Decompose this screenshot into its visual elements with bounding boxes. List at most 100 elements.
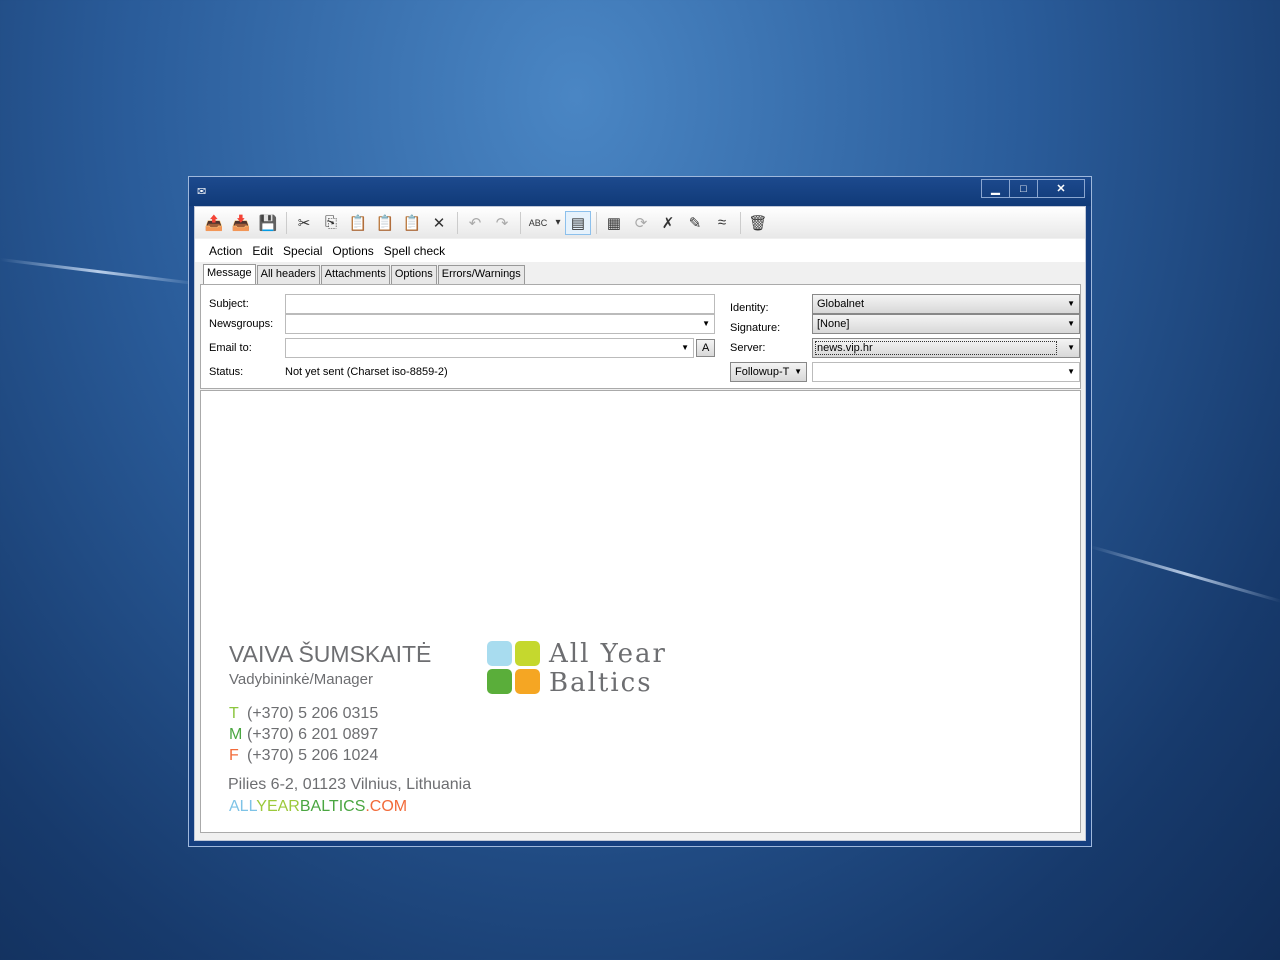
message-body[interactable]: VAIVA ŠUMSKAITĖ Vadybininkė/Manager T (+3… — [200, 390, 1081, 833]
toolbar-separator — [520, 211, 521, 234]
wrap-icon[interactable]: ▤ — [565, 210, 591, 235]
chevron-down-icon: ▼ — [1067, 299, 1075, 308]
send-icon[interactable]: 📤 — [201, 211, 227, 235]
website-part: YEAR — [256, 798, 300, 815]
address-book-button[interactable]: A — [696, 339, 715, 357]
website-part: .COM — [365, 798, 408, 815]
tab-message[interactable]: Message — [203, 264, 256, 284]
status-value: Not yet sent (Charset iso-8859-2) — [285, 366, 448, 378]
status-label: Status: — [209, 366, 244, 378]
followup-label: Followup-T — [735, 366, 790, 378]
menu-spell-check[interactable]: Spell check — [384, 244, 445, 258]
wallpaper-streak — [0, 258, 199, 286]
maximize-button[interactable]: □ — [1010, 180, 1038, 197]
close-button[interactable]: ✕ — [1038, 180, 1084, 197]
delete-icon[interactable]: ✕ — [426, 211, 452, 235]
reformat-icon[interactable]: ≈ — [709, 211, 735, 235]
toolbar-separator — [740, 211, 741, 234]
phone-line: M (+370) 6 201 0897 — [229, 724, 378, 745]
cut-icon[interactable]: ✂ — [291, 211, 317, 235]
followup-combo[interactable]: ▼ — [812, 362, 1080, 382]
website-part: ALL — [229, 798, 257, 815]
wallpaper-streak — [1089, 545, 1280, 604]
remove-signature-icon[interactable]: ✗ — [655, 211, 681, 235]
toolbar-separator — [286, 211, 287, 234]
menu-special[interactable]: Special — [283, 244, 322, 258]
all-year-baltics-logo — [487, 641, 541, 695]
phone-number: (+370) 6 201 0897 — [247, 726, 379, 743]
envelope-icon: ✉ — [197, 186, 207, 198]
tab-errors-warnings[interactable]: Errors/Warnings — [437, 265, 525, 284]
logo-tile — [515, 669, 540, 694]
toolbar: 📤 📥 💾 ✂ ⎘ 📋 📋 📋 ✕ ↶ ↷ ABC ▾ ▤ ▦ ⟳ ✗ ✎ ≈ 🗑 — [195, 207, 1085, 238]
chevron-down-icon: ▼ — [794, 367, 802, 376]
signature-label: Signature: — [730, 322, 781, 334]
paste-special-icon[interactable]: 📋 — [399, 211, 425, 235]
tab-all-headers[interactable]: All headers — [256, 265, 320, 284]
phone-line: T (+370) 5 206 0315 — [229, 703, 378, 724]
newsgroups-label: Newsgroups: — [209, 318, 274, 330]
phone-prefix: T — [229, 705, 239, 722]
chevron-down-icon: ▼ — [702, 319, 710, 328]
logo-tile — [515, 641, 540, 666]
subject-input[interactable] — [285, 294, 715, 314]
identity-select[interactable]: Globalnet ▼ — [812, 294, 1080, 314]
logo-text-line1: All Year — [549, 639, 667, 669]
signature-website[interactable]: ALLYEARBALTICS.COM — [229, 798, 407, 816]
email-to-combo[interactable]: ▼ — [285, 338, 694, 358]
tab-attachments[interactable]: Attachments — [320, 265, 390, 284]
tab-options[interactable]: Options — [390, 265, 437, 284]
copy-icon[interactable]: ⎘ — [318, 211, 344, 235]
signature-select[interactable]: [None] ▼ — [812, 314, 1080, 334]
phone-line: F (+370) 5 206 1024 — [229, 745, 378, 766]
compose-window: ✉ ▁ □ ✕ 📤 📥 💾 ✂ ⎘ 📋 📋 📋 ✕ ↶ ↷ ABC ▾ ▤ ▦ ⟳ ✗ ✎ ≈ 🗑 Action Ed… — [188, 176, 1092, 847]
website-part: BALTICS — [299, 798, 366, 815]
newsgroups-combo[interactable]: ▼ — [285, 314, 715, 334]
phone-prefix: M — [229, 726, 243, 743]
signature-value: [None] — [817, 318, 850, 330]
rot13-icon[interactable]: ⟳ — [628, 211, 654, 235]
menu-options[interactable]: Options — [332, 244, 373, 258]
logo-tile — [487, 669, 512, 694]
signature-title: Vadybininkė/Manager — [229, 671, 373, 688]
minimize-button[interactable]: ▁ — [982, 180, 1010, 197]
followup-to-button[interactable]: Followup-T ▼ — [730, 362, 807, 382]
redo-icon[interactable]: ↷ — [489, 211, 515, 235]
paste-quoted-icon[interactable]: 📋 — [372, 211, 398, 235]
menu-bar: Action Edit Special Options Spell check — [195, 239, 1085, 262]
phone-number: (+370) 5 206 0315 — [247, 705, 379, 722]
title-bar[interactable]: ✉ ▁ □ ✕ — [189, 177, 1091, 206]
chevron-down-icon: ▼ — [1067, 367, 1075, 376]
server-value: news.vip.hr — [815, 341, 1057, 355]
paste-icon[interactable]: 📋 — [345, 211, 371, 235]
menu-action[interactable]: Action — [209, 244, 242, 258]
server-label: Server: — [730, 342, 766, 354]
signature-phones: T (+370) 5 206 0315 M (+370) 6 201 0897 F (+3… — [229, 703, 378, 766]
subject-label: Subject: — [209, 298, 249, 310]
phone-number: (+370) 5 206 1024 — [247, 747, 379, 764]
save-icon[interactable]: 💾 — [255, 211, 281, 235]
server-select[interactable]: news.vip.hr ▼ — [812, 338, 1080, 358]
discard-icon[interactable]: 🗑 — [745, 211, 771, 235]
identity-value: Globalnet — [817, 298, 865, 310]
send-later-icon[interactable]: 📥 — [228, 211, 254, 235]
spell-dropdown-icon[interactable]: ▾ — [552, 211, 564, 235]
toolbar-separator — [457, 211, 458, 234]
edit-text-icon[interactable]: ✎ — [682, 211, 708, 235]
chevron-down-icon: ▼ — [681, 343, 689, 352]
logo-tile — [487, 641, 512, 666]
chevron-down-icon: ▼ — [1067, 343, 1075, 352]
phone-prefix: F — [229, 747, 239, 764]
identity-label: Identity: — [730, 302, 769, 314]
undo-icon[interactable]: ↶ — [462, 211, 488, 235]
spell-check-icon[interactable]: ABC — [525, 211, 551, 235]
insert-file-icon[interactable]: ▦ — [601, 211, 627, 235]
signature-name: VAIVA ŠUMSKAITĖ — [229, 641, 432, 667]
toolbar-separator — [596, 211, 597, 234]
signature-address: Pilies 6-2, 01123 Vilnius, Lithuania — [228, 776, 472, 793]
logo-text-line2: Baltics — [549, 668, 653, 698]
menu-edit[interactable]: Edit — [252, 244, 273, 258]
chevron-down-icon: ▼ — [1067, 319, 1075, 328]
email-to-label: Email to: — [209, 342, 252, 354]
header-form: Subject: Newsgroups: ▼ Email to: ▼ A Sta… — [200, 284, 1081, 389]
